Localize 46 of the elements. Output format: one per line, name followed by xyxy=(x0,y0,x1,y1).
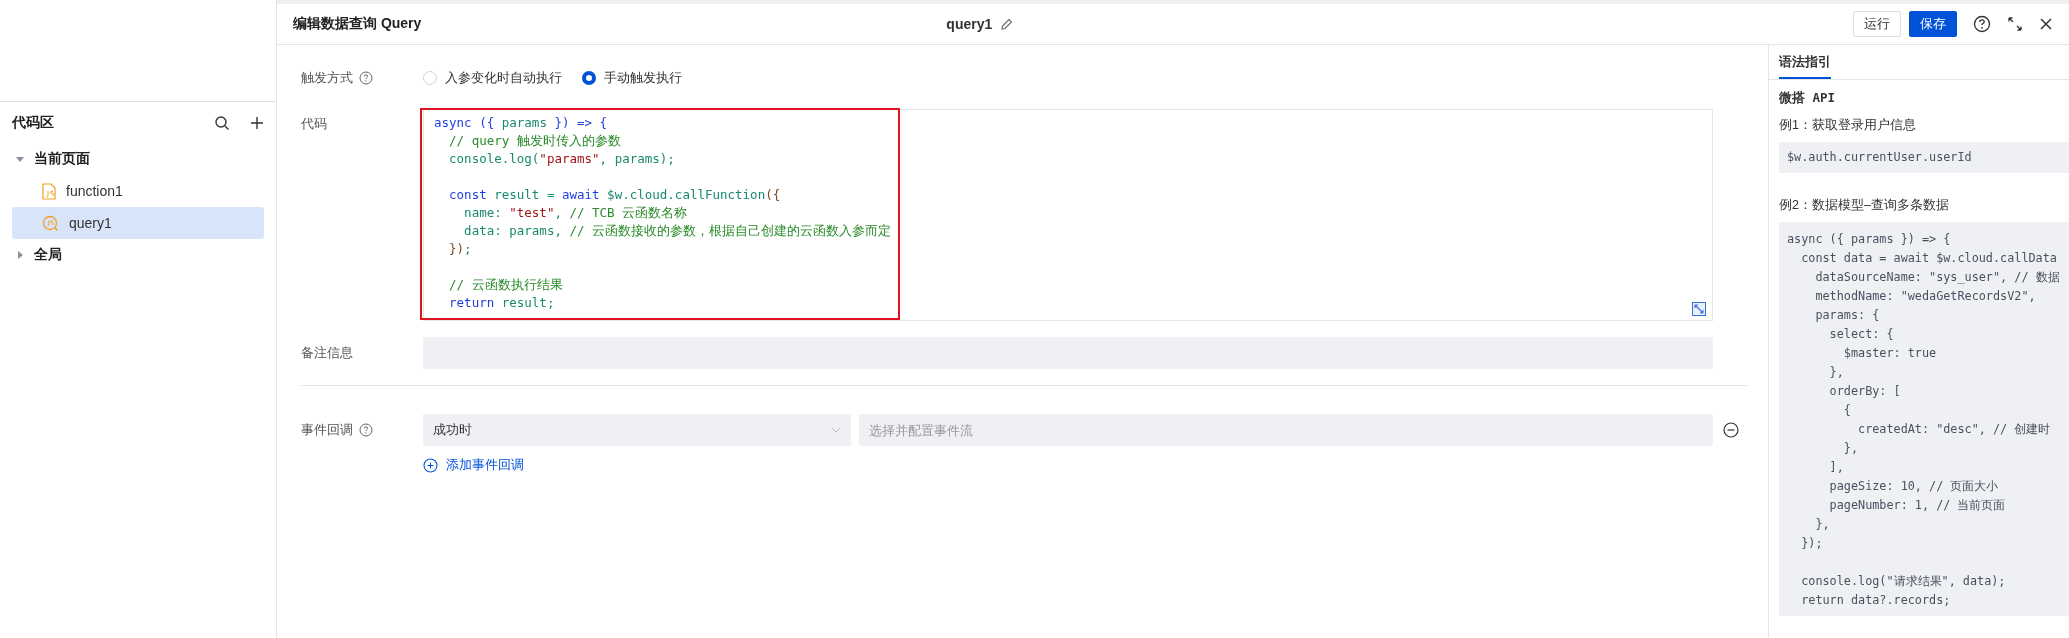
code-line: // 云函数执行结果 xyxy=(448,276,564,294)
code-line: return result; xyxy=(448,294,556,312)
radio-option[interactable]: 手动触发执行 xyxy=(582,69,682,87)
guide-tab[interactable]: 语法指引 xyxy=(1779,45,1831,79)
search-icon[interactable] xyxy=(214,115,230,131)
field-label: 事件回调 xyxy=(301,421,353,439)
radio-option[interactable]: 入参变化时自动执行 xyxy=(423,69,562,87)
code-line: name: "test", // TCB 云函数名称 xyxy=(463,204,689,222)
trigger-select[interactable]: 成功时 xyxy=(423,414,851,446)
query-name: query1 xyxy=(946,16,993,32)
code-block: $w.auth.currentUser.userId xyxy=(1779,142,2069,173)
chevron-icon xyxy=(831,427,841,433)
code-block: async ({ params }) => { const data = await $w.cloud.callData dataSourceName: "sys_user", // 数据 methodName: "wedaGetRecordsV2", params: { select: { $master: true }, orderBy: [ { createdAt: "desc", // 创建时 }, ], pageSize: 10, // 页面大小 pageNumber: 1, // 当前页面 }, }); console.log("请求结果", data); return data?.records; xyxy=(1779,222,2069,616)
tree-item[interactable]: function1 xyxy=(12,175,264,207)
toolbar-button[interactable]: 运行 xyxy=(1853,11,1901,37)
code-line: data: params, // 云函数接收的参数，根据自己创建的云函数入参而定 xyxy=(463,222,893,240)
dialog-title: 编辑数据查询 Query xyxy=(293,15,422,31)
tree-group[interactable]: 全局 xyxy=(12,239,264,271)
radio-circle[interactable] xyxy=(582,71,596,85)
edit-icon[interactable] xyxy=(1000,17,1014,31)
field-label: 备注信息 xyxy=(301,344,353,362)
add-event-link[interactable]: 添加事件回调 xyxy=(423,456,524,474)
remove-icon[interactable] xyxy=(1723,422,1739,438)
code-line: async ({ params }) => { xyxy=(434,114,609,132)
toolbar-button[interactable]: 保存 xyxy=(1909,11,1957,37)
add-icon xyxy=(423,457,438,473)
field-label: 触发方式 xyxy=(301,69,353,87)
code-line: console.log("params", params); xyxy=(448,150,676,168)
code-line: }); xyxy=(448,240,473,258)
code-line: const result = await $w.cloud.callFunction({ xyxy=(448,186,782,204)
code-line: // query 触发时传入的参数 xyxy=(448,132,622,150)
section-heading: 微搭 API xyxy=(1779,90,1837,107)
js-file-icon xyxy=(42,182,56,200)
field-label: 代码 xyxy=(301,115,327,133)
tree-item[interactable]: query1 xyxy=(12,207,264,239)
tree-group[interactable]: 当前页面 xyxy=(12,143,264,175)
resize-icon[interactable] xyxy=(1692,302,1706,316)
help-icon[interactable] xyxy=(1973,15,1991,33)
panel-title: 代码区 xyxy=(12,114,55,132)
query-icon xyxy=(42,214,59,232)
close-icon[interactable] xyxy=(2039,17,2053,31)
add-icon[interactable] xyxy=(250,116,264,130)
expand-icon[interactable] xyxy=(2007,16,2023,32)
example-title: 例1：获取登录用户信息 xyxy=(1779,117,1917,134)
example-title: 例2：数据模型–查询多条数据 xyxy=(1779,197,1950,214)
event-flow-field[interactable]: 选择并配置事件流 xyxy=(859,414,1713,446)
